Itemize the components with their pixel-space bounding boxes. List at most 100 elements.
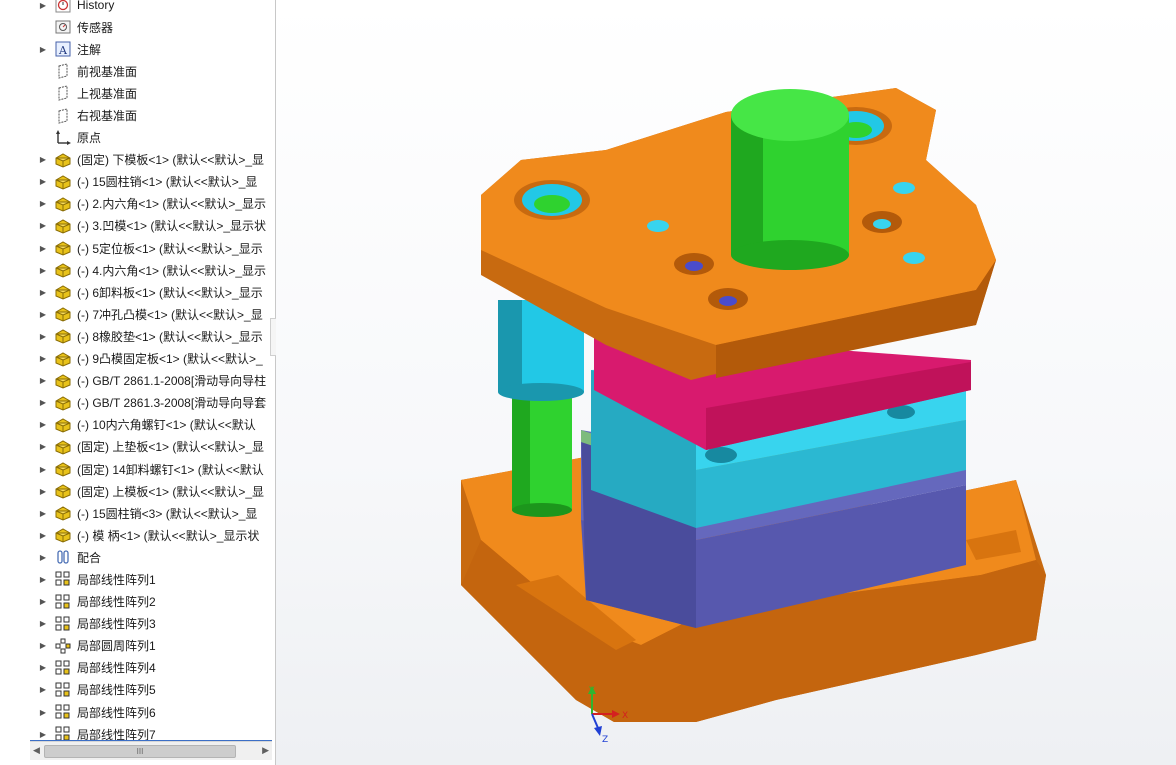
expand-arrow-icon[interactable]: ▶ xyxy=(36,177,50,186)
pin-hole xyxy=(647,220,669,232)
tree-item[interactable]: 上视基准面 xyxy=(0,82,275,104)
expand-arrow-icon[interactable]: ▶ xyxy=(36,45,50,54)
tree-item[interactable]: ▶ (-) 6卸料板<1> (默认<<默认>_显示 xyxy=(0,281,275,303)
part-icon xyxy=(54,173,72,191)
tree-item-label: (-) 5定位板<1> (默认<<默认>_显示 xyxy=(77,241,263,256)
tree-item[interactable]: ▶ (-) 模 柄<1> (默认<<默认>_显示状 xyxy=(0,524,275,546)
tree-item-label: (-) 4.内六角<1> (默认<<默认>_显示 xyxy=(77,263,267,278)
tree-item-label: 注解 xyxy=(77,42,102,57)
pin-hole xyxy=(903,252,925,264)
expand-arrow-icon[interactable]: ▶ xyxy=(36,332,50,341)
expand-arrow-icon[interactable]: ▶ xyxy=(36,465,50,474)
scroll-left-icon[interactable]: ◀ xyxy=(33,745,40,756)
scroll-right-icon[interactable]: ▶ xyxy=(262,745,269,756)
expand-arrow-icon[interactable]: ▶ xyxy=(36,442,50,451)
scroll-thumb[interactable]: III xyxy=(44,745,236,758)
expand-arrow-icon[interactable]: ▶ xyxy=(36,531,50,540)
expand-arrow-icon[interactable]: ▶ xyxy=(36,354,50,363)
tree-item[interactable]: 原点 xyxy=(0,127,275,149)
expand-arrow-icon[interactable]: ▶ xyxy=(36,663,50,672)
tree-item[interactable]: ▶ A 注解 xyxy=(0,38,275,60)
tree-item[interactable]: ▶ (固定) 下模板<1> (默认<<默认>_显 xyxy=(0,149,275,171)
tree-item-label: (-) 7冲孔凸模<1> (默认<<默认>_显 xyxy=(77,307,263,322)
tree-item[interactable]: ▶ (固定) 上垫板<1> (默认<<默认>_显 xyxy=(0,436,275,458)
history-icon xyxy=(54,0,72,14)
pin-hole xyxy=(893,182,915,194)
tree-item[interactable]: ▶ History xyxy=(0,0,275,16)
expand-arrow-icon[interactable]: ▶ xyxy=(36,221,50,230)
tree-item[interactable]: ▶ (-) 15圆柱销<3> (默认<<默认>_显 xyxy=(0,502,275,524)
tree-item-label: (-) 15圆柱销<3> (默认<<默认>_显 xyxy=(77,506,258,521)
expand-arrow-icon[interactable]: ▶ xyxy=(36,575,50,584)
expand-arrow-icon[interactable]: ▶ xyxy=(36,288,50,297)
expand-arrow-icon[interactable]: ▶ xyxy=(36,420,50,429)
tree-item-label: (固定) 上垫板<1> (默认<<默认>_显 xyxy=(77,440,265,455)
expand-arrow-icon[interactable]: ▶ xyxy=(36,708,50,717)
tree-item[interactable]: ▶ 局部线性阵列6 xyxy=(0,701,275,723)
tree-item[interactable]: ▶ 局部线性阵列5 xyxy=(0,679,275,701)
part-icon xyxy=(54,283,72,301)
view-triad[interactable]: Y X Z xyxy=(576,684,632,744)
tree-item[interactable]: 右视基准面 xyxy=(0,104,275,126)
tree-item[interactable]: ▶ (固定) 14卸料螺钉<1> (默认<<默认 xyxy=(0,458,275,480)
expand-arrow-icon[interactable]: ▶ xyxy=(36,641,50,650)
expand-arrow-icon[interactable]: ▶ xyxy=(36,685,50,694)
expand-arrow-icon[interactable]: ▶ xyxy=(36,266,50,275)
tree-item[interactable]: ▶ (-) 10内六角螺钉<1> (默认<<默认 xyxy=(0,414,275,436)
tree-item[interactable]: ▶ (-) 15圆柱销<1> (默认<<默认>_显 xyxy=(0,171,275,193)
tree-item[interactable]: ▶ 配合 xyxy=(0,546,275,568)
expand-arrow-icon[interactable]: ▶ xyxy=(36,310,50,319)
expand-arrow-icon[interactable]: ▶ xyxy=(36,1,50,10)
part-icon xyxy=(54,217,72,235)
tree-item[interactable]: ▶ (-) 7冲孔凸模<1> (默认<<默认>_显 xyxy=(0,303,275,325)
tree-item[interactable]: ▶ (-) 3.凹模<1> (默认<<默认>_显示状 xyxy=(0,215,275,237)
expand-arrow-icon[interactable]: ▶ xyxy=(36,619,50,628)
tree-item[interactable]: 前视基准面 xyxy=(0,60,275,82)
tree-item[interactable]: ▶ (固定) 上模板<1> (默认<<默认>_显 xyxy=(0,480,275,502)
tree-item-label: 局部圆周阵列1 xyxy=(77,639,156,654)
horizontal-scrollbar[interactable]: ◀ III ▶ xyxy=(30,741,272,760)
linear-pattern-icon xyxy=(54,570,72,588)
tree-item-label: (-) 10内六角螺钉<1> (默认<<默认 xyxy=(77,418,256,433)
die-assembly-model[interactable] xyxy=(276,0,1176,765)
tree-item[interactable]: ▶ (-) 9凸模固定板<1> (默认<<默认>_ xyxy=(0,348,275,370)
expand-arrow-icon[interactable]: ▶ xyxy=(36,509,50,518)
tree-item[interactable]: ▶ 局部线性阵列4 xyxy=(0,657,275,679)
z-axis-line xyxy=(591,713,599,729)
die-shank[interactable] xyxy=(731,89,849,270)
tree-item[interactable]: ▶ 局部线性阵列1 xyxy=(0,568,275,590)
expand-arrow-icon[interactable]: ▶ xyxy=(36,553,50,562)
part-icon xyxy=(54,239,72,257)
graphics-viewport[interactable]: Y X Z xyxy=(276,0,1176,765)
part-icon xyxy=(54,151,72,169)
tree-item[interactable]: 传感器 xyxy=(0,16,275,38)
expand-arrow-icon[interactable]: ▶ xyxy=(36,398,50,407)
tree-item[interactable]: ▶ (-) GB/T 2861.3-2008[滑动导向导套 xyxy=(0,392,275,414)
tree-item[interactable]: ▶ 局部线性阵列3 xyxy=(0,613,275,635)
part-icon xyxy=(54,350,72,368)
expand-arrow-icon[interactable]: ▶ xyxy=(36,376,50,385)
tree-item[interactable]: ▶ (-) 2.内六角<1> (默认<<默认>_显示 xyxy=(0,193,275,215)
tree-item[interactable]: ▶ 局部线性阵列2 xyxy=(0,591,275,613)
part-icon xyxy=(54,372,72,390)
circular-pattern-icon xyxy=(54,637,72,655)
origin-icon xyxy=(54,129,72,147)
expand-arrow-icon[interactable]: ▶ xyxy=(36,597,50,606)
tree-item-label: 上视基准面 xyxy=(77,86,138,101)
tree-item-label: 局部线性阵列4 xyxy=(77,661,156,676)
tree-item[interactable]: ▶ (-) 5定位板<1> (默认<<默认>_显示 xyxy=(0,237,275,259)
tree-item-label: (-) 2.内六角<1> (默认<<默认>_显示 xyxy=(77,197,267,212)
tree-item-label: (-) GB/T 2861.3-2008[滑动导向导套 xyxy=(77,396,267,411)
tree-item-label: 局部线性阵列2 xyxy=(77,595,156,610)
tree-item[interactable]: ▶ 局部圆周阵列1 xyxy=(0,635,275,657)
tree-item[interactable]: ▶ (-) GB/T 2861.1-2008[滑动导向导柱 xyxy=(0,370,275,392)
expand-arrow-icon[interactable]: ▶ xyxy=(36,487,50,496)
expand-arrow-icon[interactable]: ▶ xyxy=(36,199,50,208)
tree-item-label: 传感器 xyxy=(77,20,114,35)
expand-arrow-icon[interactable]: ▶ xyxy=(36,244,50,253)
tree-item[interactable]: ▶ (-) 8橡胶垫<1> (默认<<默认>_显示 xyxy=(0,325,275,347)
expand-arrow-icon[interactable]: ▶ xyxy=(36,730,50,739)
expand-arrow-icon[interactable]: ▶ xyxy=(36,155,50,164)
linear-pattern-icon xyxy=(54,703,72,721)
tree-item[interactable]: ▶ (-) 4.内六角<1> (默认<<默认>_显示 xyxy=(0,259,275,281)
